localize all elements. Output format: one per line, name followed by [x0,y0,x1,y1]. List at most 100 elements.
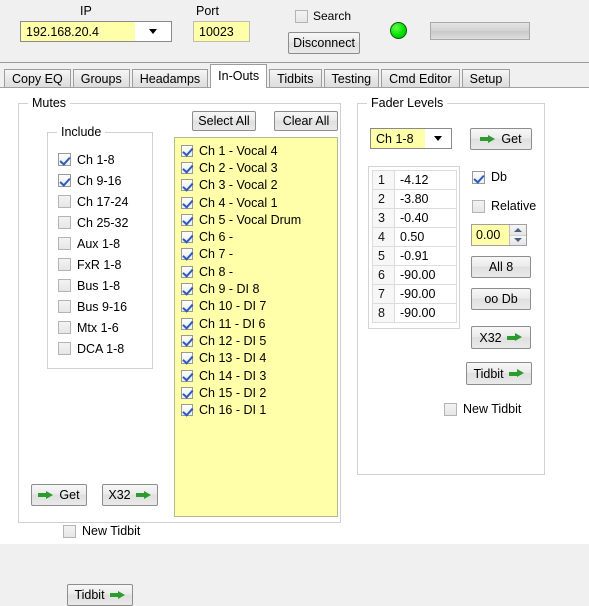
arrow-right-icon [480,134,496,144]
db-checkbox[interactable]: Db [472,170,507,184]
include-item-bus-1-8[interactable]: Bus 1-8 [58,275,128,296]
include-item-mtx-1-6[interactable]: Mtx 1-6 [58,317,128,338]
include-item-label: FxR 1-8 [77,257,122,272]
connection-status-led [390,22,407,39]
channel-item[interactable]: Ch 11 - DI 6 [181,315,337,332]
ip-input[interactable]: 192.168.20.4 [21,22,135,41]
port-label: Port [196,4,219,18]
channel-item[interactable]: Ch 15 - DI 2 [181,384,337,401]
fader-new-tidbit-checkbox[interactable]: New Tidbit [444,402,521,416]
channel-checklist[interactable]: Ch 1 - Vocal 4 Ch 2 - Vocal 3 Ch 3 - Voc… [174,137,338,517]
tab-headamps[interactable]: Headamps [131,69,209,88]
channel-item[interactable]: Ch 10 - DI 7 [181,298,337,315]
relative-checkbox[interactable]: Relative [472,199,536,213]
include-item-aux-1-8[interactable]: Aux 1-8 [58,233,128,254]
channel-item[interactable]: Ch 3 - Vocal 2 [181,177,337,194]
include-item-ch-1-8[interactable]: Ch 1-8 [58,149,128,170]
channel-label: Ch 14 - DI 3 [199,368,267,383]
fader-x32-button[interactable]: X32 [471,326,531,349]
channel-item[interactable]: Ch 8 - [181,263,337,280]
table-row[interactable]: 8 -90.00 [372,303,457,323]
tab-tidbits[interactable]: Tidbits [269,69,322,88]
checkbox-icon [181,179,193,192]
search-checkbox[interactable]: Search [295,9,351,23]
include-item-bus-9-16[interactable]: Bus 9-16 [58,296,128,317]
fader-range-dropdown-button[interactable] [425,129,451,148]
channel-item[interactable]: Ch 12 - DI 5 [181,332,337,349]
fader-get-button[interactable]: Get [470,128,532,150]
checkbox-icon [58,153,71,166]
mutes-x32-button[interactable]: X32 [102,484,158,506]
fader-range-combobox[interactable]: Ch 1-8 [370,128,452,149]
table-row[interactable]: 7 -90.00 [372,284,457,304]
ip-combobox[interactable]: 192.168.20.4 [20,21,172,42]
disconnect-button[interactable]: Disconnect [288,32,360,54]
table-row[interactable]: 6 -90.00 [372,265,457,285]
channel-item[interactable]: Ch 5 - Vocal Drum [181,211,337,228]
fader-value[interactable]: 0.50 [394,227,457,247]
tab-cmd-editor[interactable]: Cmd Editor [381,69,460,88]
ip-dropdown-button[interactable] [135,22,171,41]
fader-levels-table[interactable]: 1 -4.12 2 -3.80 3 -0.40 4 0.50 5 -0.91 6… [368,166,460,329]
mutes-get-button[interactable]: Get [31,484,87,506]
spinner-down-button[interactable] [510,234,526,245]
table-row[interactable]: 4 0.50 [372,227,457,247]
fader-levels-group: Fader Levels Ch 1-8 Get 1 -4.12 2 -3.80 [357,96,545,475]
mutes-tidbit-button[interactable]: Tidbit [67,584,133,606]
checkbox-icon [295,9,308,23]
channel-item[interactable]: Ch 1 - Vocal 4 [181,142,337,159]
fader-value[interactable]: -90.00 [394,265,457,285]
fader-range-value[interactable]: Ch 1-8 [371,129,425,148]
port-input[interactable]: 10023 [193,21,250,42]
fader-value[interactable]: -0.91 [394,246,457,266]
mutes-new-tidbit-checkbox[interactable]: New Tidbit [63,524,140,538]
fader-index: 8 [372,303,395,323]
fader-value[interactable]: -90.00 [394,303,457,323]
include-item-ch-9-16[interactable]: Ch 9-16 [58,170,128,191]
channel-item[interactable]: Ch 13 - DI 4 [181,350,337,367]
channel-item[interactable]: Ch 14 - DI 3 [181,367,337,384]
table-row[interactable]: 5 -0.91 [372,246,457,266]
include-item-ch-17-24[interactable]: Ch 17-24 [58,191,128,212]
chevron-down-icon [149,29,157,34]
channel-item[interactable]: Ch 4 - Vocal 1 [181,194,337,211]
fader-value[interactable]: -4.12 [394,170,457,190]
db-offset-spinner[interactable]: 0.00 [471,224,527,246]
infinity-db-button[interactable]: oo Db [471,288,531,310]
fader-value[interactable]: -3.80 [394,189,457,209]
channel-item[interactable]: Ch 6 - [181,228,337,245]
tab-groups[interactable]: Groups [72,69,130,88]
tab-testing[interactable]: Testing [323,69,380,88]
tab-in-outs[interactable]: In-Outs [210,64,268,88]
clear-all-button[interactable]: Clear All [274,111,338,131]
include-item-label: Ch 25-32 [77,215,129,230]
channel-item[interactable]: Ch 2 - Vocal 3 [181,159,337,176]
include-item-label: Ch 17-24 [77,194,129,209]
fader-x32-label: X32 [479,330,502,345]
fader-value[interactable]: -90.00 [394,284,457,304]
table-row[interactable]: 3 -0.40 [372,208,457,228]
channel-item[interactable]: Ch 7 - [181,246,337,263]
fader-tidbit-button[interactable]: Tidbit [466,362,532,385]
search-label: Search [313,9,352,23]
fader-index: 2 [372,189,395,209]
select-all-button[interactable]: Select All [192,111,256,131]
db-offset-value[interactable]: 0.00 [472,225,509,245]
spinner-up-button[interactable] [510,225,526,235]
tab-setup[interactable]: Setup [461,69,511,88]
include-item-ch-25-32[interactable]: Ch 25-32 [58,212,128,233]
include-item-dca-1-8[interactable]: DCA 1-8 [58,338,128,359]
channel-label: Ch 16 - DI 1 [199,403,267,418]
all-8-button[interactable]: All 8 [471,256,531,278]
include-item-fxr-1-8[interactable]: FxR 1-8 [58,254,128,275]
channel-item[interactable]: Ch 9 - DI 8 [181,280,337,297]
tab-copy-eq[interactable]: Copy EQ [4,69,71,88]
disconnect-label: Disconnect [293,36,355,50]
table-row[interactable]: 1 -4.12 [372,170,457,190]
include-item-label: Bus 9-16 [77,299,128,314]
checkbox-icon [181,144,193,157]
table-row[interactable]: 2 -3.80 [372,189,457,209]
fader-value[interactable]: -0.40 [394,208,457,228]
checkbox-icon [181,283,193,296]
channel-item[interactable]: Ch 16 - DI 1 [181,401,337,418]
